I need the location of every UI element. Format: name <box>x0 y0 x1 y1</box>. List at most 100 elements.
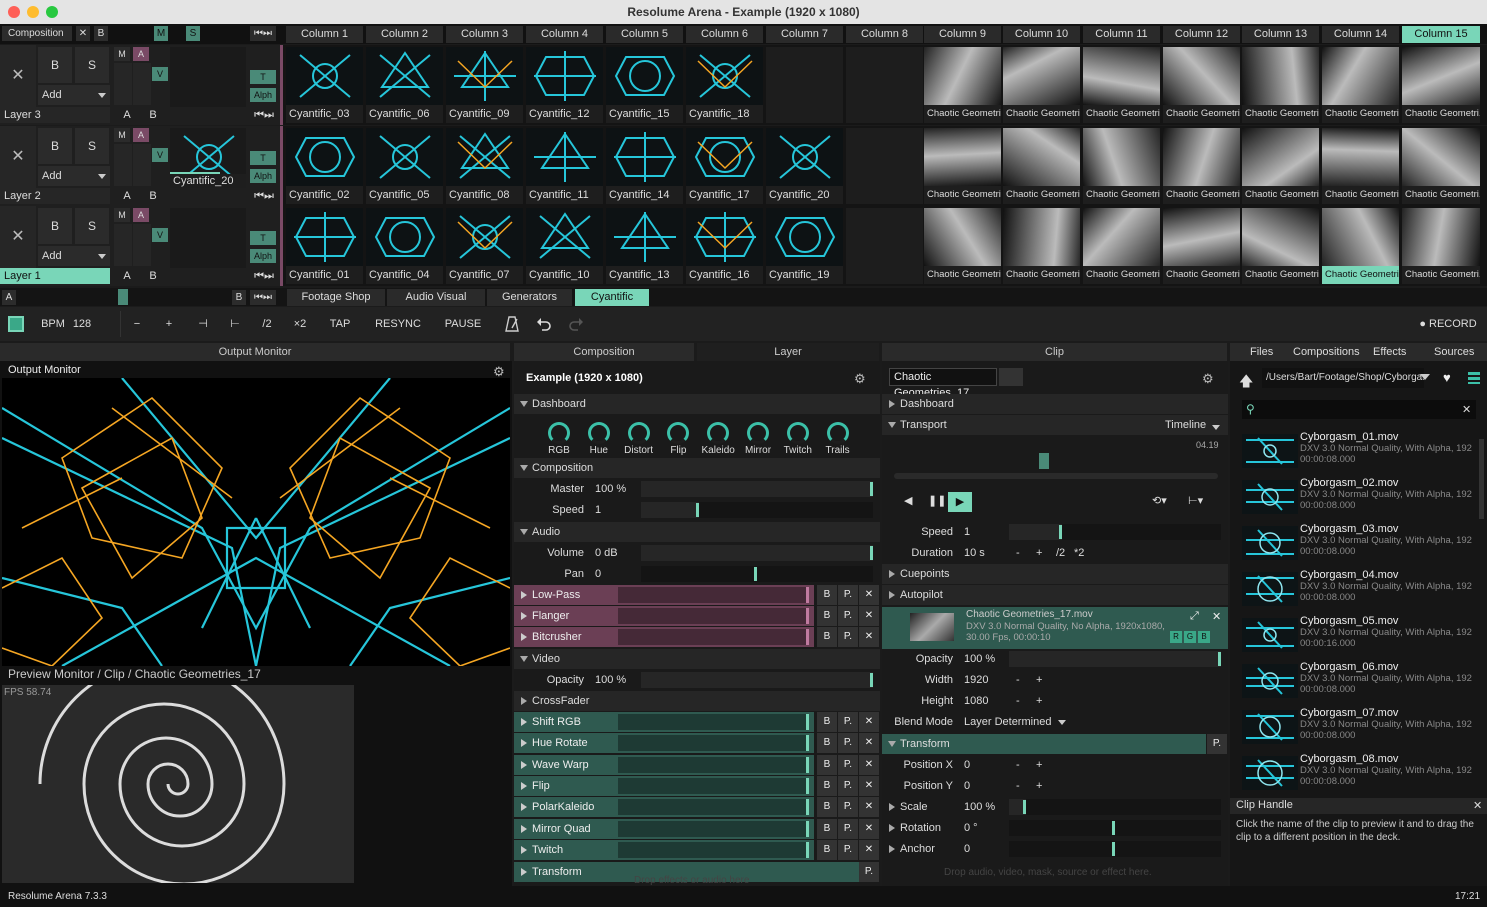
clip-slot[interactable]: Cyantific_06 <box>366 47 443 123</box>
clip-height-value[interactable]: 1080 <box>964 691 988 711</box>
column-header-7[interactable]: Column 7 <box>766 26 843 43</box>
crossfader-section[interactable]: CrossFader <box>514 691 880 711</box>
knob-rgb[interactable] <box>548 422 570 444</box>
column-header-12[interactable]: Column 12 <box>1163 26 1240 43</box>
layer-audio-fader[interactable] <box>133 224 151 266</box>
composition-settings-gear-icon[interactable]: ⚙ <box>854 371 866 387</box>
layer-active-clip[interactable] <box>170 208 246 268</box>
audio-fx-flanger-bypass-button[interactable]: B <box>817 606 837 626</box>
video-fx-flip-remove-button[interactable]: ✕ <box>859 775 879 796</box>
knob-mirror[interactable] <box>747 422 769 444</box>
column-header-11[interactable]: Column 11 <box>1083 26 1160 43</box>
nudge-left-button[interactable]: ⊣ <box>190 307 216 341</box>
crossfader-b-label[interactable]: B <box>232 290 246 305</box>
layer-crossfade-a[interactable]: A <box>116 188 138 204</box>
duration-dplus-button[interactable]: + <box>1036 543 1042 563</box>
opacity-slider[interactable] <box>641 672 873 688</box>
clip-name[interactable]: Cyantific_05 <box>366 186 443 204</box>
layer-crossfade-b[interactable]: B <box>142 188 164 204</box>
audio-fx-bitcrusher-preset-button[interactable]: P. <box>838 627 858 647</box>
video-fx-hue-rotate-preset-button[interactable]: P. <box>838 733 858 754</box>
master-value[interactable]: 100 % <box>595 479 626 499</box>
video-fx-wave-warp-preset-button[interactable]: P. <box>838 754 858 775</box>
clip-slot[interactable]: Cyantific_04 <box>366 208 443 284</box>
clip-name[interactable]: Cyantific_03 <box>286 105 363 123</box>
expand-icon[interactable]: ⤢ <box>1190 610 1199 623</box>
composition-clear-button[interactable]: ✕ <box>76 26 90 41</box>
clip-scale-slider[interactable] <box>1009 799 1221 815</box>
clip-slot[interactable]: Cyantific_15 <box>606 47 683 123</box>
clip-name[interactable]: Cyantific_19 <box>766 266 843 284</box>
clip-name[interactable]: Chaotic Geometri... <box>1163 186 1240 204</box>
clip-name[interactable]: Cyantific_16 <box>686 266 763 284</box>
clip-slot[interactable]: Cyantific_08 <box>446 128 523 204</box>
pan-slider-handle[interactable] <box>754 567 757 581</box>
clip-transform-preset-button[interactable]: P. <box>1207 734 1227 754</box>
clip-height-minus-button[interactable]: - <box>1016 691 1020 711</box>
video-fx-polarkaleido-mix-slider[interactable] <box>618 799 808 816</box>
column-header-1[interactable]: Column 1 <box>286 26 363 43</box>
beat-snap-icon[interactable]: ⊢▾ <box>1188 494 1203 507</box>
clip-name[interactable]: Cyantific_20 <box>766 186 843 204</box>
clip-name[interactable]: Cyantific_15 <box>606 105 683 123</box>
clip-name[interactable]: Chaotic Geometri... <box>1242 186 1319 204</box>
column-header-6[interactable]: Column 6 <box>686 26 763 43</box>
video-fx-polarkaleido-bypass-button[interactable]: B <box>817 797 837 818</box>
audio-fx-low-pass-remove-button[interactable]: ✕ <box>859 585 879 605</box>
clip-slot[interactable]: Chaotic Geometri... <box>1242 47 1319 123</box>
layer-audio-fader[interactable] <box>133 63 151 105</box>
audio-section[interactable]: Audio <box>514 522 880 542</box>
clip-opacity-slider[interactable] <box>1009 651 1221 667</box>
clip-slot[interactable]: Chaotic Geometri... <box>1322 47 1399 123</box>
clip-name[interactable]: Cyantific_13 <box>606 266 683 284</box>
column-header-2[interactable]: Column 2 <box>366 26 443 43</box>
clip-posx-value[interactable]: 0 <box>964 755 970 775</box>
layer-clear-button[interactable]: ✕ <box>0 126 36 188</box>
clip-slot[interactable]: Cyantific_11 <box>526 128 603 204</box>
video-fx-mirror-quad-preset-button[interactable]: P. <box>838 818 858 839</box>
layer-mask-button[interactable]: M <box>114 208 130 222</box>
duration-dminus-button[interactable]: - <box>1016 543 1020 563</box>
clip-slot[interactable]: Cyantific_16 <box>686 208 763 284</box>
clip-name[interactable]: Chaotic Geometri... <box>924 186 1001 204</box>
clip-rotation-value[interactable]: 0 ° <box>964 818 978 838</box>
up-folder-icon[interactable]: 🡅 <box>1239 371 1253 395</box>
clip-name[interactable]: Cyantific_02 <box>286 186 363 204</box>
tab-effects[interactable]: Effects <box>1373 346 1406 358</box>
knob-twitch[interactable] <box>786 422 809 444</box>
layer-solo-button[interactable]: S <box>75 47 109 83</box>
layer-audio-fader[interactable] <box>133 144 151 186</box>
tab-composition[interactable]: Composition <box>514 343 694 361</box>
file-item[interactable]: Cyborgasm_03.mov DXV 3.0 Normal Quality, … <box>1236 522 1480 568</box>
tab-compositions[interactable]: Compositions <box>1293 346 1360 358</box>
clip-name[interactable]: Chaotic Geometri... <box>1083 105 1160 123</box>
clip-slot[interactable]: Cyantific_17 <box>686 128 763 204</box>
bpm-double-button[interactable]: ×2 <box>286 307 314 341</box>
clip-name-field[interactable]: Chaotic Geometries_17 <box>889 368 997 399</box>
deck-tab-generators[interactable]: Generators <box>487 289 572 306</box>
clip-slot[interactable]: Chaotic Geometri... <box>1083 47 1160 123</box>
video-fx-wave-warp-remove-button[interactable]: ✕ <box>859 754 879 775</box>
column-header-10[interactable]: Column 10 <box>1003 26 1080 43</box>
file-item[interactable]: Cyborgasm_01.mov DXV 3.0 Normal Quality, … <box>1236 430 1480 476</box>
layer-crossfade-a[interactable]: A <box>116 107 138 123</box>
knob-hue[interactable] <box>587 422 610 444</box>
clip-slot[interactable]: Chaotic Geometri... <box>1003 128 1080 204</box>
clip-anchor-label[interactable]: Anchor <box>882 839 954 859</box>
clip-slot[interactable]: Chaotic Geometri... <box>1402 47 1480 123</box>
clip-speed-slider[interactable] <box>1009 524 1221 540</box>
knob-kaleido[interactable] <box>707 422 730 444</box>
video-fx-twitch-mix-slider[interactable] <box>618 841 808 858</box>
volume-slider-handle[interactable] <box>870 546 873 560</box>
clip-slot[interactable]: Chaotic Geometri... <box>1003 208 1080 284</box>
redo-icon[interactable] <box>564 307 588 341</box>
layer-transition-button[interactable]: T <box>250 231 276 245</box>
clip-slot[interactable]: Cyantific_05 <box>366 128 443 204</box>
clip-scale-slider-handle[interactable] <box>1022 800 1026 814</box>
clip-posy-value[interactable]: 0 <box>964 776 970 796</box>
video-fx-twitch-preset-button[interactable]: P. <box>838 839 858 860</box>
master-slider-handle[interactable] <box>870 482 873 496</box>
clip-name[interactable]: Chaotic Geometri... <box>1083 266 1160 284</box>
layer-mask-fader[interactable] <box>114 63 132 105</box>
blend-mode-dropdown[interactable]: Layer Determined <box>964 712 1051 732</box>
